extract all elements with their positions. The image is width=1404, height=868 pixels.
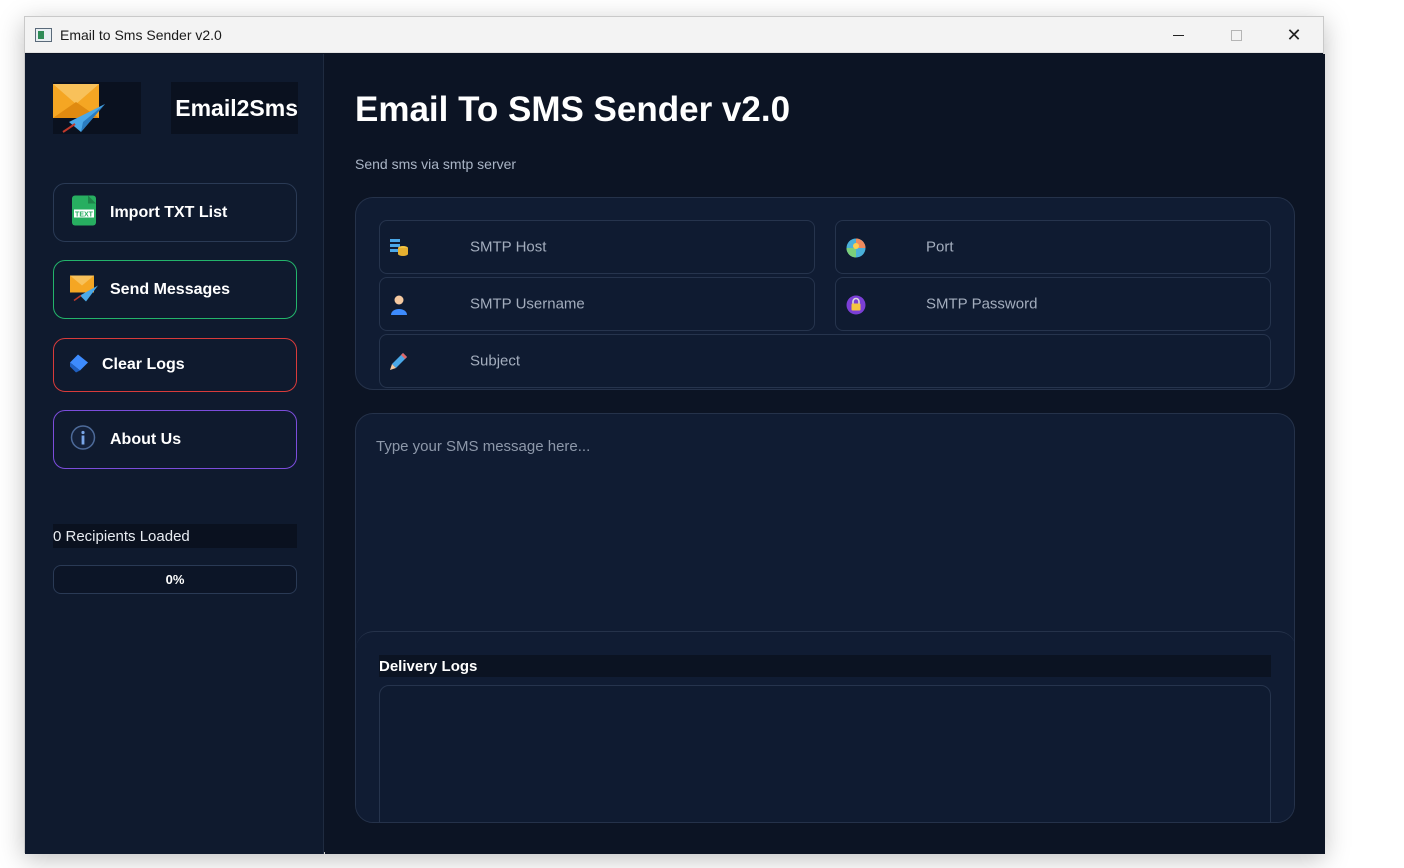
sms-message-textarea[interactable]: Type your SMS message here... — [376, 438, 590, 455]
close-icon: ✕ — [1286, 24, 1302, 45]
close-button[interactable]: ✕ — [1265, 17, 1323, 53]
sidebar: Email2Sms TEXT Import TXT List Send Mess… — [25, 54, 324, 854]
user-icon — [390, 295, 408, 315]
message-card: Type your SMS message here... Delivery L… — [355, 413, 1295, 823]
logo — [53, 82, 141, 134]
eraser-icon — [70, 353, 90, 378]
maximize-icon — [1230, 29, 1242, 41]
lock-icon — [846, 295, 866, 315]
smtp-password-field[interactable]: SMTP Password — [835, 277, 1271, 331]
subject-placeholder: Subject — [470, 352, 521, 370]
maximize-button[interactable] — [1207, 17, 1265, 53]
main-panel: Email To SMS Sender v2.0 Send sms via sm… — [325, 54, 1325, 854]
port-placeholder: Port — [926, 238, 954, 256]
port-field[interactable]: Port — [835, 220, 1271, 274]
about-us-button[interactable]: About Us — [53, 410, 297, 469]
about-button-label: About Us — [110, 430, 182, 448]
minimize-icon — [1172, 34, 1184, 36]
server-icon — [390, 238, 408, 256]
window-title: Email to Sms Sender v2.0 — [60, 27, 222, 43]
app-icon — [35, 28, 52, 42]
delivery-logs-panel: Delivery Logs — [356, 631, 1294, 822]
page-title: Email To SMS Sender v2.0 — [355, 90, 791, 129]
progress-bar: 0% — [53, 565, 297, 594]
progress-label: 0% — [165, 572, 185, 587]
smtp-host-field[interactable]: SMTP Host — [379, 220, 815, 274]
email-send-icon — [70, 273, 100, 306]
email-logo-icon — [53, 84, 105, 133]
title-bar[interactable]: Email to Sms Sender v2.0 ✕ — [25, 17, 1323, 53]
text-file-icon: TEXT — [70, 195, 98, 230]
page-subtitle: Send sms via smtp server — [355, 156, 517, 172]
smtp-username-field[interactable]: SMTP Username — [379, 277, 815, 331]
clear-button-label: Clear Logs — [102, 356, 185, 373]
minimize-button[interactable] — [1149, 17, 1207, 53]
subject-field[interactable]: Subject — [379, 334, 1271, 388]
smtp-host-placeholder: SMTP Host — [470, 238, 547, 256]
clear-logs-button[interactable]: Clear Logs — [53, 338, 297, 392]
svg-text:TEXT: TEXT — [75, 211, 94, 218]
recipients-status: 0 Recipients Loaded — [53, 524, 297, 548]
send-button-label: Send Messages — [110, 280, 231, 298]
delivery-logs-title: Delivery Logs — [379, 655, 1271, 677]
logo-text: Email2Sms — [171, 82, 298, 134]
smtp-password-placeholder: SMTP Password — [926, 295, 1038, 313]
send-messages-button[interactable]: Send Messages — [53, 260, 297, 319]
smtp-username-placeholder: SMTP Username — [470, 295, 585, 313]
delivery-logs-box[interactable] — [379, 685, 1271, 822]
app-window: Email to Sms Sender v2.0 ✕ Email2Sms TEX… — [24, 16, 1325, 854]
port-icon — [846, 238, 866, 258]
import-button-label: Import TXT List — [110, 203, 228, 221]
import-txt-list-button[interactable]: TEXT Import TXT List — [53, 183, 297, 242]
smtp-settings-card: SMTP Host Port SMTP Username SMTP Passwo… — [355, 197, 1295, 390]
pencil-icon — [390, 352, 408, 370]
info-icon — [70, 424, 96, 455]
